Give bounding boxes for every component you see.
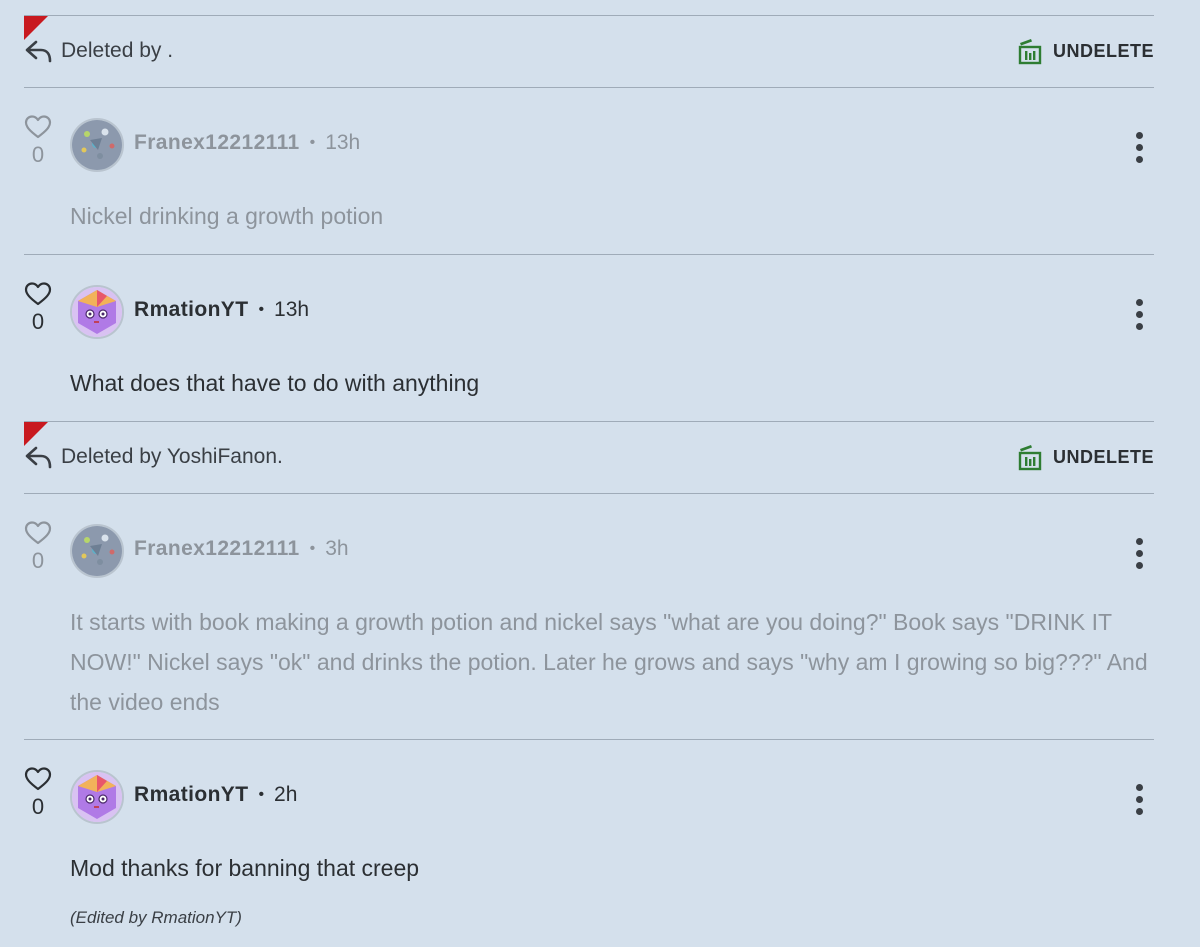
undelete-label[interactable]: UNDELETE	[1053, 447, 1154, 468]
timestamp: 13h	[325, 131, 361, 154]
deleted-bar: Deleted by YoshiFanon. UNDELETE	[24, 437, 1154, 477]
vote-widget: 0	[24, 520, 52, 574]
vote-widget: 0	[24, 114, 52, 168]
undelete-button[interactable]: UNDELETE	[1017, 443, 1154, 471]
reply-arrow-icon	[25, 40, 52, 63]
vote-count: 0	[31, 794, 45, 819]
comment-meta: RmationYT • 13h	[134, 298, 309, 322]
username[interactable]: RmationYT	[134, 783, 248, 807]
undelete-trash-icon	[1018, 445, 1042, 471]
more-options-icon[interactable]	[1136, 538, 1144, 574]
reply-arrow-icon	[25, 446, 52, 469]
comment-meta: RmationYT • 2h	[134, 783, 297, 807]
heart-icon[interactable]	[24, 766, 52, 792]
timestamp: 2h	[274, 783, 298, 806]
separator-dot: •	[309, 540, 316, 557]
user-avatar[interactable]	[70, 118, 124, 172]
user-avatar[interactable]	[70, 524, 124, 578]
vote-widget: 0	[24, 281, 52, 335]
deleted-bar: Deleted by . UNDELETE	[24, 31, 1154, 71]
comment-meta: Franex12212111 • 3h	[134, 537, 349, 561]
rmation-avatar-icon	[72, 287, 122, 337]
comment-body: Mod thanks for banning that creep	[70, 855, 420, 881]
username[interactable]: Franex12212111	[134, 131, 300, 155]
divider	[24, 493, 1154, 494]
divider	[24, 15, 1154, 16]
undelete-trash-icon	[1018, 39, 1042, 65]
heart-icon[interactable]	[24, 520, 52, 546]
comment-meta: Franex12212111 • 13h	[134, 131, 360, 155]
username[interactable]: RmationYT	[134, 298, 248, 322]
comment-body: It starts with book making a growth poti…	[70, 609, 1148, 715]
undelete-button[interactable]: UNDELETE	[1017, 37, 1154, 65]
deleted-by-text: Deleted by .	[61, 39, 174, 62]
more-options-icon[interactable]	[1136, 132, 1144, 168]
divider	[24, 739, 1154, 740]
user-avatar[interactable]	[70, 285, 124, 339]
vote-widget: 0	[24, 766, 52, 820]
rmation-avatar-icon	[72, 772, 122, 822]
timestamp: 3h	[325, 537, 349, 560]
separator-dot: •	[258, 301, 265, 318]
user-avatar[interactable]	[70, 770, 124, 824]
divider	[24, 421, 1154, 422]
divider	[24, 87, 1154, 88]
undelete-label[interactable]: UNDELETE	[1053, 41, 1154, 62]
franex-avatar-icon	[72, 526, 122, 576]
edited-note: (Edited by RmationYT)	[70, 908, 242, 927]
comment-body: Nickel drinking a growth potion	[70, 203, 384, 229]
vote-count: 0	[31, 548, 45, 573]
franex-avatar-icon	[72, 120, 122, 170]
comment-body: What does that have to do with anything	[70, 370, 480, 396]
separator-dot: •	[258, 786, 265, 803]
vote-count: 0	[31, 309, 45, 334]
deleted-by-text: Deleted by YoshiFanon.	[61, 445, 283, 468]
more-options-icon[interactable]	[1136, 299, 1144, 335]
heart-icon[interactable]	[24, 114, 52, 140]
vote-count: 0	[31, 142, 45, 167]
heart-icon[interactable]	[24, 281, 52, 307]
divider	[24, 254, 1154, 255]
separator-dot: •	[309, 134, 316, 151]
more-options-icon[interactable]	[1136, 784, 1144, 820]
timestamp: 13h	[274, 298, 310, 321]
username[interactable]: Franex12212111	[134, 537, 300, 561]
